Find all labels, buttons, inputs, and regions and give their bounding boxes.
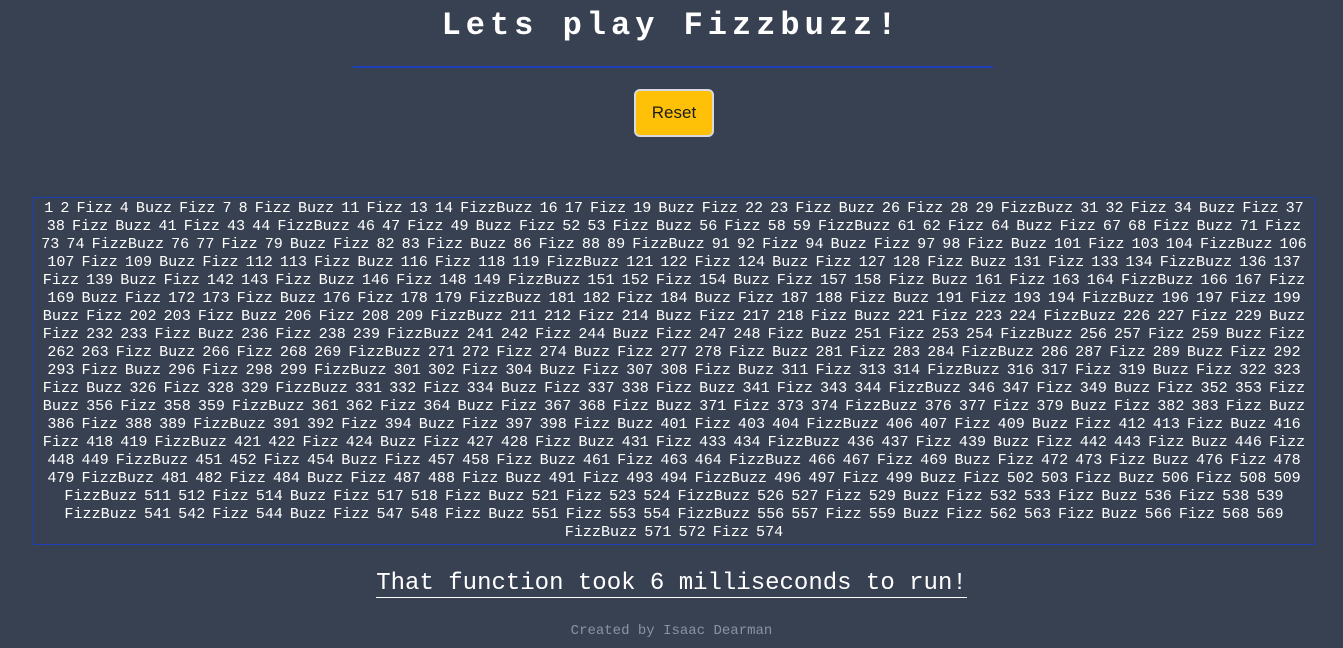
reset-button[interactable]: Reset <box>634 89 714 137</box>
timing-text: That function took 6 milliseconds to run… <box>376 570 967 598</box>
fizzbuzz-output[interactable]: 1 2 Fizz 4 Buzz Fizz 7 8 Fizz Buzz 11 Fi… <box>33 197 1315 545</box>
footer-credit: Created by Isaac Dearman <box>570 623 773 639</box>
page-title: Lets play Fizzbuzz! <box>441 7 902 44</box>
timing-message: That function took 6 milliseconds to run… <box>0 568 1343 600</box>
title-divider <box>353 66 993 68</box>
fizzbuzz-sequence: 1 2 Fizz 4 Buzz Fizz 7 8 Fizz Buzz 11 Fi… <box>41 199 1307 541</box>
